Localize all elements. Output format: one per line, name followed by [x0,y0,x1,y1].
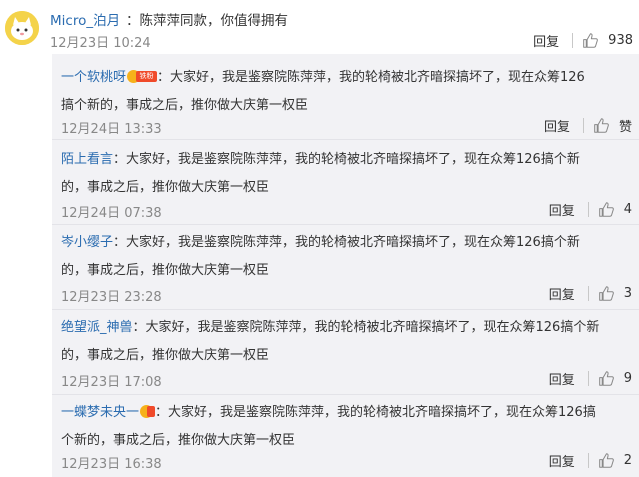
reply-actions: 回复 2 [549,451,632,470]
reply-button[interactable]: 回复 [549,200,575,219]
thumbs-up-icon[interactable] [598,452,615,469]
like-count: 赞 [618,120,632,135]
reply-content: 岑小缨子：大家好，我是鉴察院陈萍萍，我的轮椅被北齐暗探搞坏了，现在众筹126搞个… [61,229,631,285]
reply-username[interactable]: 岑小缨子 [61,235,113,250]
reply-text-cont: 的，事成之后，推你做大庆第一权臣 [61,348,270,363]
reply-item: 绝望派_神兽：大家好，我是鉴察院陈萍萍，我的轮椅被北齐暗探搞坏了，现在众筹126… [52,310,639,394]
like-count: 3 [623,286,632,301]
fan-badge-icon [140,404,156,419]
reply-text: ：大家好，我是鉴察院陈萍萍，我的轮椅被北齐暗探搞坏了，现在众筹126搞个新 [132,320,600,335]
reply-item: 一蝶梦未央一 ：大家好，我是鉴察院陈萍萍，我的轮椅被北齐暗探搞坏了，现在众筹126… [52,395,639,477]
reply-username[interactable]: 一蝶梦未央一 [61,405,139,420]
reply-username[interactable]: 一个软桃呀 [61,70,126,85]
reply-time: 12月23日 16:38 [61,457,162,472]
main-comment: Micro_泊月 ：陈萍萍同款，你值得拥有 12月23日 10:24 回复 93… [0,0,639,54]
reply-button[interactable]: 回复 [549,369,575,388]
reply-text-cont: 搞个新的，事成之后，推你做大庆第一权臣 [61,98,309,113]
reply-text-cont: 的，事成之后，推你做大庆第一权臣 [61,263,270,278]
reply-text: ：大家好，我是鉴察院陈萍萍，我的轮椅被北齐暗探搞坏了，现在众筹126搞 [155,405,596,420]
thumbs-up-icon[interactable] [582,32,599,49]
comment-time: 12月23日 10:24 [50,36,151,51]
thumbs-up-icon[interactable] [598,201,615,218]
fan-badge-icon: 铁粉 [127,69,158,84]
reply-actions: 回复 赞 [544,116,632,135]
reply-text: ：大家好，我是鉴察院陈萍萍，我的轮椅被北齐暗探搞坏了，现在众筹126搞个新 [113,152,580,167]
action-divider [587,286,589,301]
reply-item: 陌上看言：大家好，我是鉴察院陈萍萍，我的轮椅被北齐暗探搞坏了，现在众筹126搞个… [52,140,639,224]
comment-thread: Micro_泊月 ：陈萍萍同款，你值得拥有 12月23日 10:24 回复 93… [0,0,639,477]
action-divider [572,33,574,48]
reply-button[interactable]: 回复 [549,284,575,303]
reply-content: 一蝶梦未央一 ：大家好，我是鉴察院陈萍萍，我的轮椅被北齐暗探搞坏了，现在众筹126… [61,399,631,455]
like-count: 9 [623,371,632,386]
reply-actions: 回复 4 [549,200,632,219]
action-divider [582,118,584,133]
thumbs-up-icon[interactable] [593,117,610,134]
reply-content: 陌上看言：大家好，我是鉴察院陈萍萍，我的轮椅被北齐暗探搞坏了，现在众筹126搞个… [61,146,631,202]
reply-item: 岑小缨子：大家好，我是鉴察院陈萍萍，我的轮椅被北齐暗探搞坏了，现在众筹126搞个… [52,225,639,309]
reply-button[interactable]: 回复 [544,116,570,135]
reply-username[interactable]: 陌上看言 [61,152,113,167]
reply-button[interactable]: 回复 [533,31,559,50]
reply-time: 12月23日 23:28 [61,290,162,305]
reply-actions: 回复 9 [549,369,632,388]
like-count: 4 [623,202,632,217]
comment-text: ：陈萍萍同款，你值得拥有 [126,13,288,29]
reply-text-cont: 个新的，事成之后，推你做大庆第一权臣 [61,433,296,448]
reply-content: 绝望派_神兽：大家好，我是鉴察院陈萍萍，我的轮椅被北齐暗探搞坏了，现在众筹126… [61,314,631,370]
comment-username[interactable]: Micro_泊月 [50,9,120,29]
reply-text-cont: 的，事成之后，推你做大庆第一权臣 [61,180,270,195]
replies-panel: 一个软桃呀 铁粉 ：大家好，我是鉴察院陈萍萍，我的轮椅被北齐暗探搞坏了，现在众筹12… [52,54,639,477]
reply-time: 12月24日 07:38 [61,206,162,221]
reply-text: ：大家好，我是鉴察院陈萍萍，我的轮椅被北齐暗探搞坏了，现在众筹126 [157,70,585,85]
cat-avatar-icon[interactable] [5,11,39,45]
reply-item: 一个软桃呀 铁粉 ：大家好，我是鉴察院陈萍萍，我的轮椅被北齐暗探搞坏了，现在众筹12… [52,54,639,139]
reply-time: 12月23日 17:08 [61,375,162,390]
reply-time: 12月24日 13:33 [61,122,162,137]
reply-username[interactable]: 绝望派_神兽 [61,320,133,335]
comment-actions: 回复 938 [533,31,633,50]
reply-button[interactable]: 回复 [549,451,575,470]
action-divider [587,371,589,386]
reply-text: ：大家好，我是鉴察院陈萍萍，我的轮椅被北齐暗探搞坏了，现在众筹126搞个新 [113,235,580,250]
like-count: 2 [623,453,632,468]
action-divider [587,453,589,468]
thumbs-up-icon[interactable] [598,370,615,387]
action-divider [587,202,589,217]
thumbs-up-icon[interactable] [598,285,615,302]
like-count: 938 [608,33,633,48]
reply-actions: 回复 3 [549,284,632,303]
reply-content: 一个软桃呀 铁粉 ：大家好，我是鉴察院陈萍萍，我的轮椅被北齐暗探搞坏了，现在众筹12… [61,64,631,120]
